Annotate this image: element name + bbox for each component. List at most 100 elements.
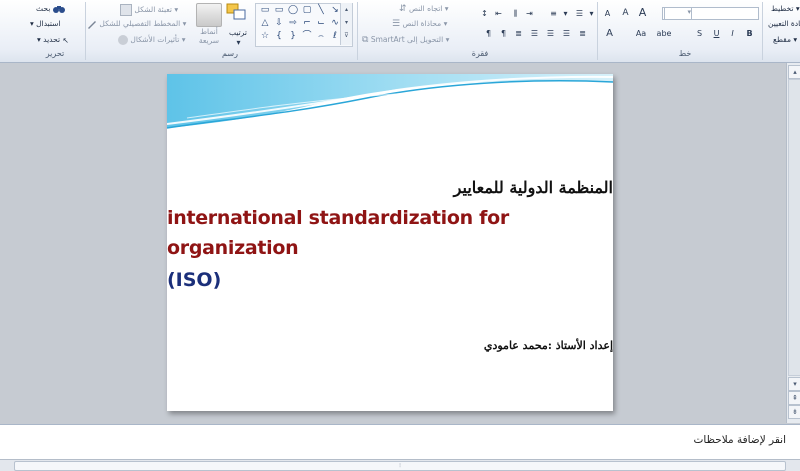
brace-left-shape-icon[interactable]: {	[272, 31, 286, 42]
textbox-shape-icon[interactable]: ▭	[258, 5, 272, 16]
wave-decoration	[167, 74, 613, 129]
down-arrow-shape-icon[interactable]: ⇩	[272, 18, 286, 29]
line-spacing-icon[interactable]: ↕	[479, 8, 490, 19]
elbow-connector-shape-icon[interactable]: ⌐	[300, 18, 314, 29]
curve-shape-icon[interactable]: ⌢	[314, 31, 328, 42]
vertical-scrollbar[interactable]: ▴ ▾ ⇞ ⇟	[786, 63, 800, 423]
chevron-down-icon: ▾	[444, 4, 449, 13]
select-label: تحديد	[43, 35, 61, 44]
rtl-icon[interactable]: ¶	[498, 28, 509, 39]
right-arrow-shape-icon[interactable]: ⇨	[286, 18, 300, 29]
columns-icon[interactable]: ⫼	[510, 8, 521, 19]
italic-button[interactable]: I	[727, 28, 738, 39]
replace-icon: ac	[54, 20, 73, 30]
triangle-shape-icon[interactable]: △	[258, 18, 272, 29]
select-arrow-icon: ↖	[62, 35, 69, 45]
shape-fill-button[interactable]: ▾ تعبئة الشكل	[120, 4, 178, 16]
arrange-label[interactable]: ترتيب	[229, 28, 247, 37]
shrink-font-icon[interactable]: A	[620, 8, 631, 19]
chevron-down-icon[interactable]: ▾	[341, 16, 352, 29]
star-shape-icon[interactable]: ☆	[258, 31, 272, 42]
change-case-icon[interactable]: Aa	[632, 28, 650, 39]
numbering-icon[interactable]: ≡	[548, 8, 559, 19]
rect-shape-icon[interactable]: ▭	[272, 5, 286, 16]
group-label-font: خط	[678, 49, 692, 58]
align-text-button[interactable]: ▾ محاذاة النص ☰	[392, 19, 447, 29]
convert-smartart-label: التحويل إلى SmartArt	[370, 35, 444, 44]
quick-styles-label[interactable]: أنماط سريعة	[199, 27, 219, 45]
section-button[interactable]: ▾ مقطع	[773, 35, 797, 44]
shape-effects-button[interactable]: ▾ تأثيرات الأشكال	[118, 35, 185, 45]
align-text-label: محاذاة النص	[402, 19, 442, 28]
distributed-icon[interactable]: ≣	[577, 28, 588, 39]
bold-button[interactable]: B	[744, 28, 755, 39]
replace-label: استبدال	[36, 19, 61, 28]
chevron-down-icon: ▾	[182, 19, 187, 28]
find-button[interactable]: بحث	[36, 4, 65, 14]
text-direction-icon: ⇵	[399, 4, 407, 14]
clear-formatting-icon[interactable]: A	[602, 8, 613, 19]
chevron-down-icon: ▾	[181, 35, 186, 44]
oval-shape-icon[interactable]: ◯	[286, 5, 300, 16]
shapes-gallery-scroll[interactable]: ▴ ▾ ⊽	[340, 3, 352, 45]
strikethrough-icon[interactable]: S	[694, 28, 705, 39]
chevron-down-icon[interactable]: ▾	[233, 37, 244, 48]
chevron-up-icon[interactable]: ▴	[341, 3, 352, 16]
group-label-editing: تحرير	[45, 49, 65, 58]
shapes-gallery[interactable]: ▭ ▭ ◯ ▢ ╲ ↘ △ ⇩ ⇨ ⌐ ⌙ ∿ ☆ { } ⌒ ⌢ ℓ	[255, 3, 353, 47]
group-label-paragraph: فقرة	[471, 49, 489, 58]
elbow-arrow-shape-icon[interactable]: ⌙	[314, 18, 328, 29]
chevron-down-icon[interactable]: ▾	[560, 8, 571, 19]
slide-title-english-line2: organization	[167, 237, 299, 259]
chevron-down-icon: ▾	[174, 5, 179, 14]
group-separator	[762, 2, 763, 60]
more-icon[interactable]: ⊽	[341, 29, 352, 42]
align-left-icon[interactable]: ☰	[529, 28, 540, 39]
quick-styles-icon[interactable]	[196, 3, 222, 27]
arc-shape-icon[interactable]: ⌒	[300, 31, 314, 42]
bullets-icon[interactable]: ☰	[574, 8, 585, 19]
ltr-icon[interactable]: ¶	[483, 28, 494, 39]
shadow-icon[interactable]: abe	[656, 28, 672, 39]
next-slide-icon[interactable]: ⇟	[788, 405, 800, 419]
horizontal-scrollbar[interactable]: ⦙	[0, 459, 800, 471]
chevron-down-icon: ▾	[443, 19, 448, 28]
arrange-icon[interactable]	[226, 3, 248, 23]
grow-font-icon[interactable]: A	[637, 7, 648, 18]
slide-title-arabic: المنظمة الدولية للمعايير	[453, 178, 613, 197]
notes-placeholder[interactable]: انقر لإضافة ملاحظات	[694, 434, 786, 446]
slide-title-iso: (ISO)	[167, 269, 222, 291]
slide-canvas[interactable]: المنظمة الدولية للمعايير international s…	[167, 74, 613, 411]
text-direction-button[interactable]: ▾ اتجاه النص ⇵	[399, 4, 449, 14]
section-label: مقطع	[773, 35, 791, 44]
text-direction-label: اتجاه النص	[408, 4, 443, 13]
ribbon: بحث ac استبدال ▾ ↖ تحديد ▾ تحرير ▾ تعبئة…	[0, 0, 800, 63]
justify-icon[interactable]: ≣	[513, 28, 524, 39]
increase-indent-icon[interactable]: ⇥	[524, 8, 535, 19]
shape-outline-button[interactable]: ▾ المخطط التفصيلي للشكل	[87, 19, 186, 29]
select-button[interactable]: ↖ تحديد ▾	[37, 35, 69, 45]
rounded-rect-shape-icon[interactable]: ▢	[300, 5, 314, 16]
convert-smartart-button[interactable]: ▾ التحويل إلى SmartArt ⧉	[362, 35, 449, 45]
layout-label: تخطيط	[771, 4, 794, 13]
scroll-up-icon[interactable]: ▴	[788, 65, 800, 79]
previous-slide-icon[interactable]: ⇞	[788, 391, 800, 405]
replace-button[interactable]: ac استبدال ▾	[30, 19, 73, 30]
align-right-icon[interactable]: ☰	[561, 28, 572, 39]
reset-button[interactable]: إعادة التعيين	[768, 19, 800, 28]
scroll-thumb[interactable]	[788, 79, 800, 376]
align-center-icon[interactable]: ☰	[545, 28, 556, 39]
font-size-combo[interactable]: ▾	[664, 7, 692, 20]
brace-right-shape-icon[interactable]: }	[286, 31, 300, 42]
scroll-down-icon[interactable]: ▾	[788, 377, 800, 391]
shape-outline-label: المخطط التفصيلي للشكل	[99, 19, 181, 28]
layout-button[interactable]: ▾ تخطيط	[771, 4, 800, 13]
chevron-down-icon[interactable]: ▾	[586, 8, 597, 19]
notes-pane[interactable]: انقر لإضافة ملاحظات	[0, 424, 800, 460]
font-color-icon[interactable]: A	[604, 28, 615, 39]
line-shape-icon[interactable]: ╲	[314, 5, 328, 16]
underline-button[interactable]: U	[711, 28, 722, 39]
decrease-indent-icon[interactable]: ⇤	[493, 8, 504, 19]
slide-author: إعداد الأستاذ :محمد عامودي	[483, 339, 613, 352]
chevron-down-icon: ▾	[445, 35, 450, 44]
